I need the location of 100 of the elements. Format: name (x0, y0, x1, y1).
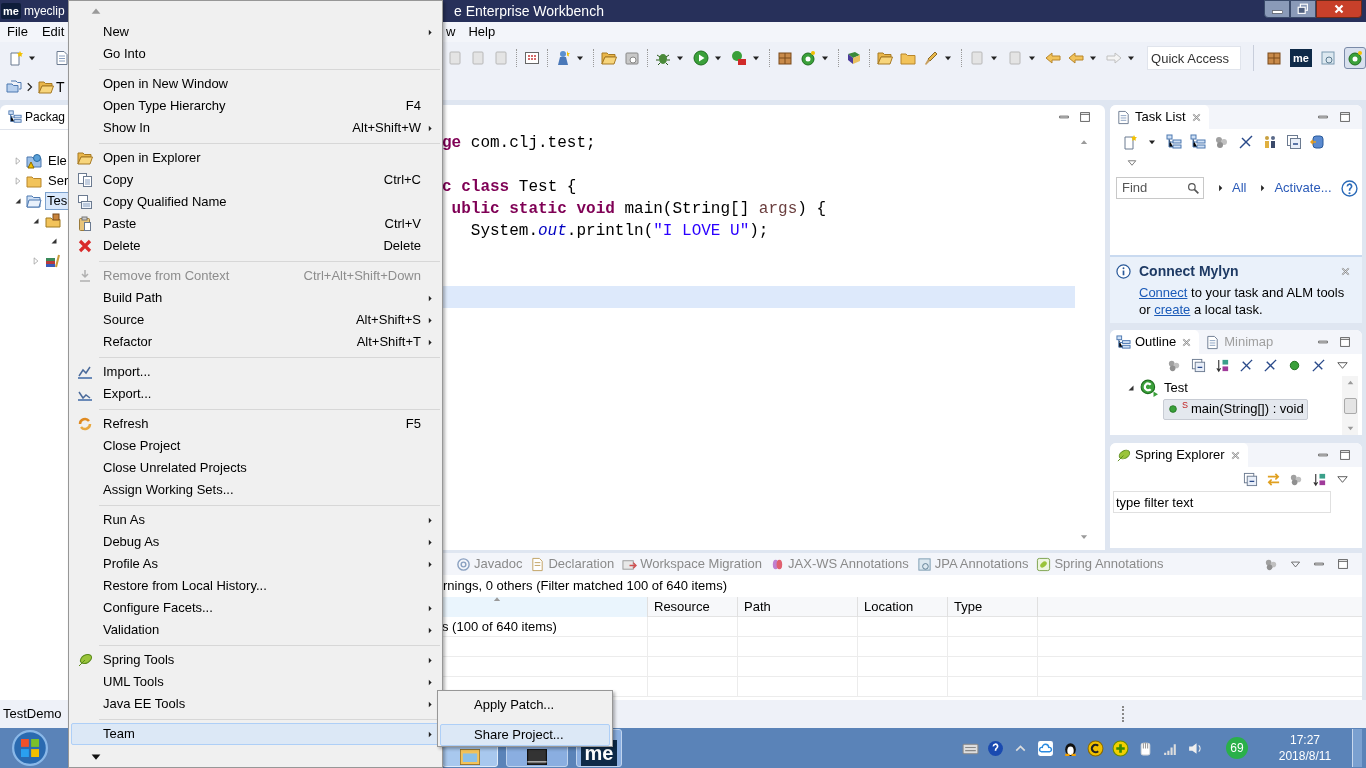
sort-icon[interactable] (1312, 471, 1327, 487)
maximize-icon[interactable] (1078, 110, 1092, 124)
menu-item[interactable]: Paste Ctrl+V (71, 213, 440, 235)
hide-completed-icon[interactable] (1238, 134, 1254, 150)
link[interactable]: Activate... (1258, 178, 1332, 198)
tree-item[interactable]: Test (1162, 378, 1190, 398)
expanded-arrow-icon[interactable] (13, 196, 23, 206)
menu-item[interactable]: Validation (71, 619, 440, 641)
find-field[interactable]: Find (1116, 177, 1204, 199)
filter-field[interactable]: type filter text (1113, 491, 1331, 513)
collapse-all-icon[interactable] (1243, 471, 1258, 487)
menu-item[interactable]: Go Into (71, 43, 440, 65)
people-icon[interactable] (1262, 134, 1278, 150)
grid-icon[interactable] (524, 50, 541, 66)
column-header[interactable]: Type (948, 597, 1038, 617)
menu-item[interactable]: Copy Qualified Name (71, 191, 440, 213)
hide-local-types-icon[interactable] (1311, 357, 1326, 373)
link-with-editor-icon[interactable] (1266, 471, 1281, 487)
menu-item[interactable]: Team (71, 723, 440, 745)
menu-item[interactable]: Close Project (71, 435, 440, 457)
person-icon[interactable] (555, 50, 572, 66)
package-folder-icon[interactable] (45, 213, 61, 229)
expanded-arrow-icon[interactable] (49, 236, 59, 246)
menu-item[interactable]: Export... (71, 383, 440, 405)
class-icon[interactable] (800, 50, 817, 66)
menu-item[interactable]: Import... (71, 361, 440, 383)
run-icon[interactable] (731, 50, 748, 66)
open-perspective-icon[interactable] (1266, 50, 1283, 66)
view-tab[interactable]: Task List (1110, 105, 1209, 129)
link[interactable]: All (1216, 178, 1247, 198)
menu-item[interactable]: Source Alt+Shift+S (71, 309, 440, 331)
box-icon[interactable] (777, 50, 794, 66)
menu-item[interactable]: Show In Alt+Shift+W (71, 117, 440, 139)
collapse-all-icon[interactable] (1286, 134, 1302, 150)
menu-item[interactable]: Run As (71, 509, 440, 531)
link[interactable]: create (1154, 302, 1191, 317)
view-menu-icon[interactable] (1126, 157, 1138, 169)
book-icon[interactable] (846, 50, 863, 66)
database-perspective-icon[interactable] (1320, 50, 1336, 66)
menu-item[interactable]: Restore from Local History... (71, 575, 440, 597)
menu-item[interactable]: Help (468, 22, 496, 42)
menu-item[interactable]: New (71, 21, 440, 43)
menu-item[interactable]: UML Tools (71, 671, 440, 693)
folder-icon[interactable] (900, 50, 917, 66)
maximize-icon[interactable] (1336, 557, 1350, 571)
cloud-icon[interactable] (1037, 739, 1054, 757)
breadcrumb-item[interactable]: T (56, 76, 65, 98)
view-tab[interactable]: Spring Explorer (1110, 443, 1248, 467)
view-tab[interactable]: Outline (1110, 330, 1200, 354)
minimize-button[interactable] (1264, 0, 1290, 18)
menu-item[interactable]: Apply Patch... (440, 694, 610, 716)
brush-icon[interactable] (923, 50, 940, 66)
play-icon[interactable] (693, 50, 710, 66)
menu-item[interactable]: Debug As (71, 531, 440, 553)
menu-item[interactable]: Edit (41, 22, 65, 42)
hide-static-icon[interactable] (1263, 357, 1278, 373)
menu-item[interactable]: Share Project... (440, 724, 610, 746)
books-icon[interactable] (45, 253, 61, 269)
scheduled-view-icon[interactable] (1190, 134, 1206, 150)
tree-item[interactable]: S main(String[]) : void (1163, 398, 1308, 420)
tree-item[interactable]: Ele (45, 152, 70, 170)
clock[interactable]: 17:27 2018/8/11 (1270, 732, 1340, 764)
menu-item[interactable]: Open in New Window (71, 73, 440, 95)
restore-button[interactable] (1290, 0, 1316, 18)
expanded-arrow-icon[interactable] (31, 216, 41, 226)
menu-item[interactable]: Refactor Alt+Shift+T (71, 331, 440, 353)
menu-item[interactable]: Close Unrelated Projects (71, 457, 440, 479)
java-perspective-icon[interactable] (1347, 50, 1363, 66)
menu-item[interactable]: Java EE Tools (71, 693, 440, 715)
open-folder-icon[interactable] (877, 50, 894, 66)
categorized-view-icon[interactable] (1166, 134, 1182, 150)
menu-item[interactable]: Open in Explorer (71, 147, 440, 169)
c-coin-icon[interactable] (1087, 739, 1104, 757)
synchronize-icon[interactable] (1310, 134, 1326, 150)
scroll-thumb[interactable] (1343, 397, 1357, 414)
link[interactable]: Connect (1139, 285, 1188, 300)
focus-icon[interactable] (1214, 134, 1230, 150)
close-icon[interactable] (1339, 265, 1352, 278)
find-input[interactable]: Find (1122, 178, 1187, 198)
menu-item[interactable]: w (446, 22, 456, 42)
open-folder-icon[interactable] (601, 50, 618, 66)
menu-item[interactable]: Assign Working Sets... (71, 479, 440, 501)
column-header[interactable]: Path (738, 597, 858, 617)
start-button[interactable] (12, 730, 48, 766)
menu-item[interactable]: Spring Tools (71, 649, 440, 671)
maximize-icon[interactable] (1338, 110, 1352, 124)
menu-item[interactable]: Copy Ctrl+C (71, 169, 440, 191)
help-icon[interactable] (1341, 179, 1358, 197)
project-folder-icon[interactable] (38, 79, 54, 95)
collapse-all-icon[interactable] (1191, 357, 1206, 373)
view-tab[interactable]: Packag (25, 108, 66, 126)
maximize-icon[interactable] (1338, 335, 1352, 349)
tree-item[interactable]: Tes (45, 192, 70, 210)
menu-item[interactable]: Build Path (71, 287, 440, 309)
menu-item[interactable]: Delete Delete (71, 235, 440, 257)
tree-item[interactable]: Ser (45, 172, 72, 190)
new-file-icon[interactable] (54, 50, 70, 66)
menu-item[interactable]: File (7, 22, 28, 42)
column-header[interactable]: Resource (648, 597, 738, 617)
quick-access-field[interactable]: Quick Access (1147, 46, 1242, 70)
